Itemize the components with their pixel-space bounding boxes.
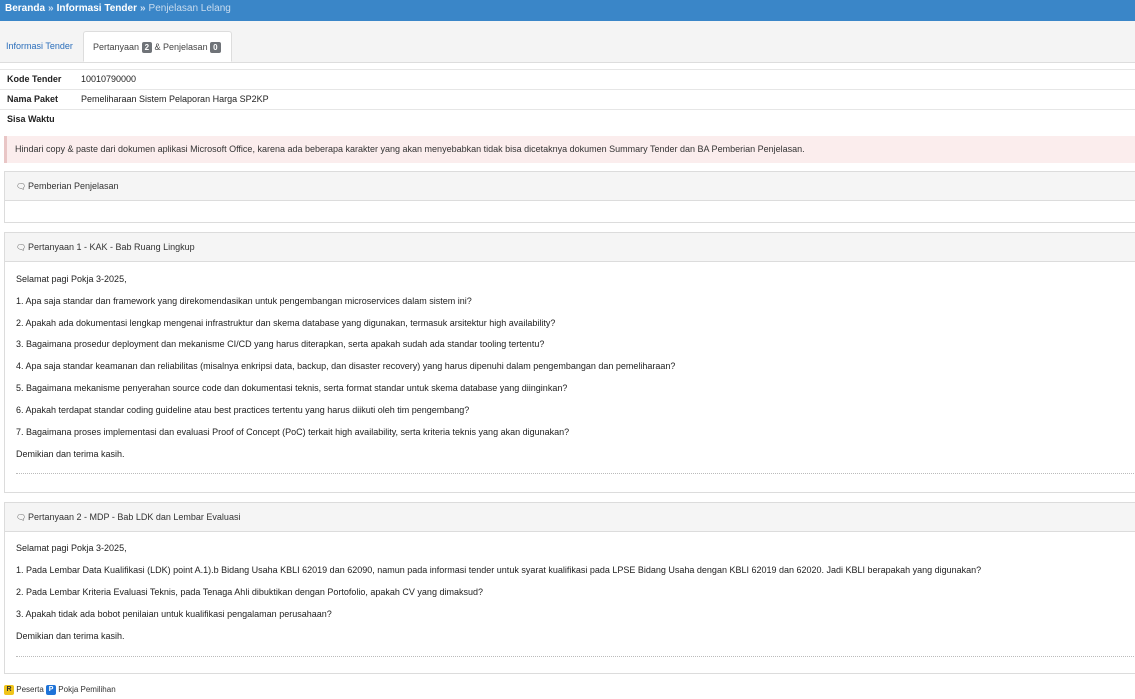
detail-key: Kode Tender: [7, 74, 62, 84]
panel-heading: 🗨 Pertanyaan 1 - KAK - Bab Ruang Lingkup: [5, 233, 1135, 262]
comments-icon: 🗨: [16, 182, 27, 191]
peserta-badge: R: [4, 684, 14, 695]
question-title: Pertanyaan 2 - MDP - Bab LDK dan Lembar …: [28, 512, 241, 522]
question-line: Demikian dan terima kasih.: [16, 449, 125, 459]
pokja-label: Pokja Pemilihan: [58, 685, 116, 694]
detail-key: Nama Paket: [7, 94, 59, 104]
breadcrumb-current: Penjelasan Lelang: [148, 3, 231, 14]
question-line: Demikian dan terima kasih.: [16, 631, 125, 641]
comments-icon: 🗨: [16, 513, 27, 522]
question-line: 3. Apakah tidak ada bobot penilaian untu…: [16, 609, 332, 619]
question-line: 5. Bagaimana mekanisme penyerahan source…: [16, 383, 568, 393]
tab-label: & Penjelasan: [154, 42, 208, 52]
detail-value: 10010790000: [81, 74, 137, 84]
detail-value: Pemeliharaan Sistem Pelaporan Harga SP2K…: [81, 94, 269, 104]
tab-label: Pertanyaan: [93, 42, 140, 52]
question-line: Selamat pagi Pokja 3-2025,: [16, 274, 127, 284]
breadcrumb: Beranda» Informasi Tender» Penjelasan Lela…: [0, 0, 1135, 21]
question-panel-1: 🗨 Pertanyaan 1 - KAK - Bab Ruang Lingkup …: [4, 232, 1135, 493]
question-line: 7. Bagaimana proses implementasi dan eva…: [16, 427, 570, 437]
explanation-panel: 🗨 Pemberian Penjelasan: [4, 171, 1135, 223]
divider: [16, 473, 1135, 474]
tab-informasi-tender[interactable]: Informasi Tender: [0, 31, 79, 62]
breadcrumb-separator: »: [48, 3, 54, 14]
detail-row-kode-tender: Kode Tender 10010790000: [0, 69, 1135, 89]
question-line: Selamat pagi Pokja 3-2025,: [16, 543, 127, 553]
peserta-label: Peserta: [16, 685, 44, 694]
tab-label: Informasi Tender: [6, 41, 73, 51]
detail-key: Sisa Waktu: [7, 114, 55, 124]
detail-row-nama-paket: Nama Paket Pemeliharaan Sistem Pelaporan…: [0, 89, 1135, 109]
panel-heading: 🗨 Pertanyaan 2 - MDP - Bab LDK dan Lembar…: [5, 503, 1135, 532]
question-count-badge: 2: [141, 42, 153, 53]
question-line: 1. Apa saja standar dan framework yang d…: [16, 296, 472, 306]
question-line: 2. Pada Lembar Kriteria Evaluasi Teknis,…: [16, 587, 483, 597]
comments-icon: 🗨: [16, 243, 27, 252]
breadcrumb-info[interactable]: Informasi Tender: [57, 3, 137, 14]
role-legend: R Peserta P Pokja Pemilihan: [4, 684, 116, 696]
tab-bar: Informasi Tender Pertanyaan 2 & Penjelas…: [0, 21, 1135, 63]
warning-alert: Hindari copy & paste dari dokumen aplika…: [4, 136, 1135, 163]
detail-row-sisa-waktu: Sisa Waktu: [0, 109, 1135, 129]
explanation-count-badge: 0: [210, 42, 221, 53]
breadcrumb-home[interactable]: Beranda: [5, 3, 45, 14]
breadcrumb-separator: »: [139, 3, 146, 14]
divider: [16, 656, 1135, 657]
question-line: 2. Apakah ada dokumentasi lengkap mengen…: [16, 318, 556, 328]
question-title: Pertanyaan 1 - KAK - Bab Ruang Lingkup: [28, 242, 195, 252]
panel-title: Pemberian Penjelasan: [28, 181, 119, 191]
question-line: 6. Apakah terdapat standar coding guidel…: [16, 405, 470, 415]
question-line: 1. Pada Lembar Data Kualifikasi (LDK) po…: [16, 565, 982, 575]
question-line: 3. Bagaimana prosedur deployment dan mek…: [16, 339, 545, 349]
pokja-badge: P: [46, 684, 57, 695]
tab-pertanyaan-penjelasan[interactable]: Pertanyaan 2 & Penjelasan 0: [83, 31, 232, 62]
question-panel-2: 🗨 Pertanyaan 2 - MDP - Bab LDK dan Lembar…: [4, 502, 1135, 674]
question-line: 4. Apa saja standar keamanan dan reliabi…: [16, 361, 676, 371]
panel-heading: 🗨 Pemberian Penjelasan: [5, 172, 1135, 201]
